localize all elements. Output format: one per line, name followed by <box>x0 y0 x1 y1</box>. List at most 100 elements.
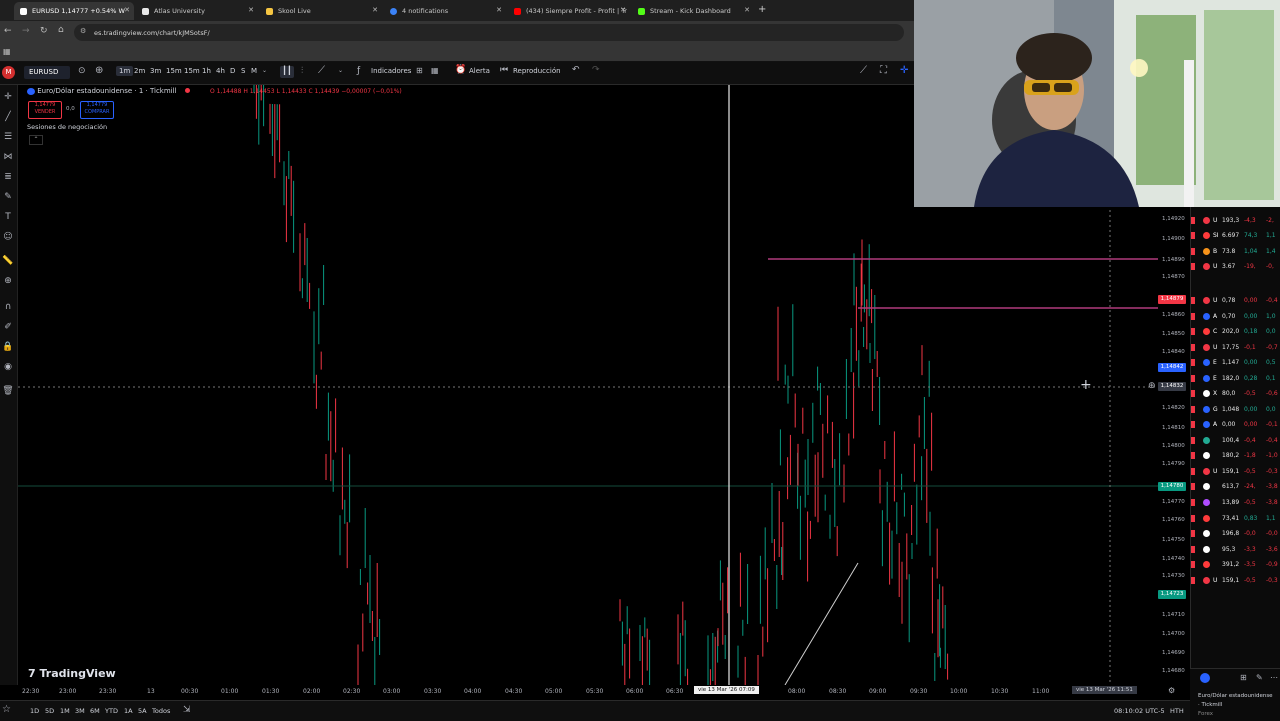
close-icon[interactable]: ✕ <box>248 6 254 14</box>
session-label[interactable]: HTH <box>1170 707 1184 715</box>
interval-2m[interactable]: 2m <box>134 67 145 75</box>
watchlist-row[interactable]: 391,2 -3,5 -0,9 <box>1191 557 1280 572</box>
url-input[interactable]: ⚙ es.tradingview.com/chart/kJMSotsF/ <box>74 24 904 41</box>
forward-icon[interactable]: → <box>22 26 30 36</box>
range-1a[interactable]: 1A <box>124 707 133 715</box>
magnet-icon[interactable]: ∩ <box>2 301 14 313</box>
watchlist-row[interactable]: 613,7 -24, -3,8 <box>1191 479 1280 494</box>
templates-icon[interactable]: ⊞ <box>416 66 423 75</box>
replay-button[interactable]: Reproducción <box>513 67 561 75</box>
crosshair-icon[interactable]: ✛ <box>2 91 14 103</box>
brush-icon[interactable]: ✎ <box>2 191 14 203</box>
interval-4h[interactable]: 4h <box>216 67 225 75</box>
watchlist-row[interactable]: G 1,048 0,00 0,0 <box>1191 402 1280 417</box>
range-6m[interactable]: 6M <box>90 707 100 715</box>
interval-1m[interactable]: 1m <box>116 66 134 76</box>
edit-icon[interactable]: ✎ <box>1256 673 1263 682</box>
watchlist-row[interactable]: B 73.8 1,04 1,4 <box>1191 244 1280 259</box>
zoom-icon[interactable]: ⊕ <box>2 275 14 287</box>
home-icon[interactable]: ⌂ <box>58 25 64 35</box>
undo-icon[interactable]: ↶ <box>572 65 580 75</box>
buy-button[interactable]: 1,14779 COMPRAR <box>80 101 114 119</box>
watchlist-row[interactable]: U 3.67 -19, -0, <box>1191 259 1280 274</box>
replay-icon[interactable]: ⏮ <box>500 65 508 75</box>
watchlist-row[interactable]: U 193,3 -4,3 -2, <box>1191 213 1280 228</box>
browser-tab[interactable]: Stream - Kick Dashboard ✕ <box>632 2 754 20</box>
layout-grid-icon[interactable]: ▦ <box>431 66 439 75</box>
time-axis[interactable]: 22:30 23:00 23:30 13 00:30 01:00 01:30 0… <box>18 685 1188 699</box>
watchlist-row[interactable]: U 159,1 -0,5 -0,3 <box>1191 573 1280 588</box>
watchlist-row[interactable]: 180,2 -1,8 -1,0 <box>1191 448 1280 463</box>
watchlist-row[interactable]: E 182,0 0,28 0,1 <box>1191 371 1280 386</box>
browser-tab[interactable]: EURUSD 1,14777 +0.54% W ✕ <box>14 2 134 20</box>
avatar[interactable]: M <box>2 66 15 79</box>
close-icon[interactable]: ✕ <box>620 6 626 14</box>
watchlist-row[interactable]: U 0,78 0,00 -0,4 <box>1191 293 1280 308</box>
interval-3m[interactable]: 3m <box>150 67 161 75</box>
range-1m[interactable]: 1M <box>60 707 70 715</box>
bar-type-icon[interactable]: ⫶ <box>301 66 303 76</box>
emoji-icon[interactable]: ☺ <box>2 231 14 243</box>
sessions-indicator[interactable]: Sesiones de negociación <box>27 123 107 131</box>
layout-icon[interactable]: ⊞ <box>1240 673 1247 682</box>
alert-button[interactable]: Alerta <box>469 67 490 75</box>
range-all[interactable]: Todos <box>152 707 170 715</box>
interval-15m[interactable]: 15m <box>166 67 182 75</box>
indicators-button[interactable]: Indicadores <box>371 67 411 75</box>
watchlist-row[interactable]: 13,89 -0,5 -3,8 <box>1191 495 1280 510</box>
browser-tab[interactable]: (434) Siempre Profit - Profit | Tr ✕ <box>508 2 630 20</box>
interval-15m[interactable]: 15m <box>184 67 200 75</box>
watchlist-row[interactable]: U 17,75 -0,1 -0,7 <box>1191 340 1280 355</box>
interval-s[interactable]: S <box>241 67 245 75</box>
more-icon[interactable]: ⋯ <box>1270 673 1278 682</box>
browser-tab[interactable]: Skool Live ✕ <box>260 2 382 20</box>
range-5a[interactable]: 5A <box>138 707 147 715</box>
candles-icon[interactable]: ┃┃ <box>280 66 294 78</box>
date-range-icon[interactable]: ⇲ <box>183 705 191 715</box>
watchlist-row[interactable]: 196,8 -0,0 -0,0 <box>1191 526 1280 541</box>
pattern-icon[interactable]: ⋈ <box>2 151 14 163</box>
text-icon[interactable]: T <box>2 211 14 223</box>
close-icon[interactable]: ✕ <box>124 6 130 14</box>
watchlist-row[interactable]: 95,3 -3,3 -3,6 <box>1191 542 1280 557</box>
range-ytd[interactable]: YTD <box>105 707 118 715</box>
watchlist-row[interactable]: A 0,70 0,00 1,0 <box>1191 309 1280 324</box>
trash-icon[interactable]: 🗑 <box>2 385 14 397</box>
new-tab-button[interactable]: + <box>758 4 766 15</box>
back-icon[interactable]: ← <box>4 26 12 36</box>
eye-icon[interactable]: ◉ <box>2 361 14 373</box>
site-info-icon[interactable]: ⚙ <box>80 27 86 35</box>
watchlist-row[interactable]: C 202,0 0,18 0,0 <box>1191 324 1280 339</box>
range-5d[interactable]: 5D <box>45 707 54 715</box>
trendline-icon[interactable]: ╱ <box>2 111 14 123</box>
compare-icon[interactable]: ⊙ <box>78 66 86 76</box>
clock[interactable]: 08:10:02 UTC-5 <box>1114 707 1165 715</box>
star-icon[interactable]: ☆ <box>2 704 11 715</box>
legend-title[interactable]: Euro/Dólar estadounidense · 1 · Tickmill <box>37 87 176 95</box>
watchlist-row[interactable]: A 0,00 0,00 -0,1 <box>1191 417 1280 432</box>
watchlist-row[interactable]: U 159,1 -0,5 -0,3 <box>1191 464 1280 479</box>
fib-icon[interactable]: ☰ <box>2 131 14 143</box>
add-symbol-icon[interactable]: ⊕ <box>95 65 103 76</box>
draw-tool-icon[interactable]: ⟋ <box>860 65 867 76</box>
tradingview-logo[interactable]: 𝟳 TradingView <box>28 667 116 680</box>
redo-icon[interactable]: ↷ <box>592 65 600 75</box>
ruler-icon[interactable]: 📏 <box>2 255 14 267</box>
interval-m[interactable]: M <box>251 67 257 75</box>
indicators-icon[interactable]: ƒ <box>357 66 360 76</box>
close-icon[interactable]: ✕ <box>744 6 750 14</box>
line-chart-icon[interactable]: ⟋ <box>318 65 325 76</box>
chevron-down-icon[interactable]: ⌄ <box>262 67 267 74</box>
watchlist-row[interactable]: X 80,0 -0,5 -0,6 <box>1191 386 1280 401</box>
watchlist-row[interactable]: SI 6.697 74,3 1,1 <box>1191 228 1280 243</box>
close-icon[interactable]: ✕ <box>496 6 502 14</box>
crosshair-icon[interactable]: ✛ <box>900 65 908 76</box>
collapse-legend-icon[interactable]: ⌃ <box>29 135 43 145</box>
close-icon[interactable]: ✕ <box>372 6 378 14</box>
watchlist-row[interactable]: E 1,147 0,00 0,5 <box>1191 355 1280 370</box>
settings-icon[interactable]: ⚙ <box>1168 686 1175 695</box>
alert-icon[interactable]: ⏰ <box>455 65 466 75</box>
apps-icon[interactable]: ▦ <box>3 47 11 56</box>
fullscreen-icon[interactable]: ⛶ <box>880 65 887 76</box>
interval-d[interactable]: D <box>230 67 235 75</box>
